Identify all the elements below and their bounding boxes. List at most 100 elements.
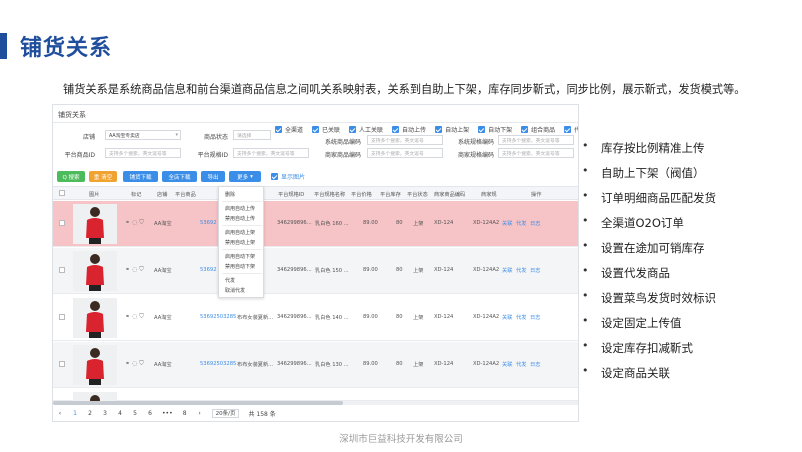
stock-cell: 80 <box>396 220 403 226</box>
cart-icon: ⛉ <box>139 219 144 226</box>
platform-spec-id-input[interactable]: 支持多个搜索，英文逗号等 <box>233 148 309 158</box>
next-page-button[interactable]: › <box>197 410 203 417</box>
menu-item-enable-auto-delist[interactable]: 启用自动下架 <box>225 253 255 260</box>
menu-item-dropship[interactable]: 代发 <box>225 277 235 284</box>
merchant-spec-code-input[interactable]: 支持多个搜索，英文逗号等 <box>498 148 574 158</box>
column-header: 图片 <box>89 192 100 198</box>
menu-item-enable-auto-upload[interactable]: 启用自动上传 <box>225 205 255 212</box>
goods-id-link[interactable]: 53692 <box>200 267 217 273</box>
menu-item-enable-auto-list[interactable]: 启用自动上架 <box>225 229 255 236</box>
row-checkbox[interactable] <box>59 267 65 273</box>
shop-select[interactable]: AA淘宝专卖店 ▾ <box>105 130 181 140</box>
link-action[interactable]: 关联 <box>502 314 512 321</box>
checkbox-linked[interactable]: 已关联 <box>312 125 340 134</box>
system-goods-code-input[interactable]: 支持多个搜索，英文逗号 <box>367 135 443 145</box>
row-checkbox[interactable] <box>59 314 65 320</box>
checkbox-checked-icon <box>392 126 400 133</box>
log-action[interactable]: 日志 <box>530 361 540 368</box>
menu-item-delete[interactable]: 删除 <box>225 191 235 198</box>
goods-id-link[interactable]: 53692503285 <box>200 361 236 367</box>
page-4[interactable]: 4 <box>117 410 123 417</box>
merchant-code-cell: XD-124 <box>434 267 454 273</box>
column-header: 平台商品 <box>175 192 196 198</box>
system-goods-code-placeholder: 支持多个搜索，英文逗号 <box>371 139 424 144</box>
page-3[interactable]: 3 <box>102 410 108 417</box>
page-5[interactable]: 5 <box>132 410 138 417</box>
search-button[interactable]: Q 搜索 <box>57 171 85 182</box>
checkbox-auto-delist[interactable]: 自动下架 <box>478 125 512 134</box>
status-cell: 上架 <box>413 315 424 321</box>
scrollbar-thumb[interactable] <box>53 401 343 405</box>
stock-cell: 80 <box>396 361 403 367</box>
link-icon: ⚭ <box>125 266 131 273</box>
goods-status-select[interactable]: 请选择 <box>233 130 271 140</box>
column-header: 平台价格 <box>351 192 372 198</box>
log-action[interactable]: 日志 <box>530 267 540 274</box>
row-flag-icons: ⚭ ◌ ⛉ <box>125 360 144 368</box>
table-row[interactable]: ⚭ ◌ ⛉ AA淘宝 53692 346299896... 乳白色 150 ... … <box>53 248 578 294</box>
dropship-action[interactable]: 代发 <box>516 220 526 227</box>
shop-label: 店铺 <box>82 134 95 141</box>
log-action[interactable]: 日志 <box>530 220 540 227</box>
link-action[interactable]: 关联 <box>502 267 512 274</box>
checkbox-all-channels[interactable]: 全渠道 <box>275 125 303 134</box>
link-icon: ⚭ <box>125 313 131 320</box>
row-checkbox[interactable] <box>59 361 65 367</box>
page-2[interactable]: 2 <box>87 410 93 417</box>
more-actions-menu: 删除 启用自动上传 禁用自动上传 启用自动上架 禁用自动上架 启用自动下架 禁用… <box>218 186 264 298</box>
checkbox-auto-upload[interactable]: 自动上传 <box>392 125 426 134</box>
prev-page-button[interactable]: ‹ <box>57 410 63 417</box>
item-download-button[interactable]: 铺货下载 <box>123 171 158 182</box>
checkbox-auto-list[interactable]: 自动上架 <box>435 125 469 134</box>
eye-icon: ◌ <box>132 266 138 273</box>
link-action[interactable]: 关联 <box>502 220 512 227</box>
export-button[interactable]: 导出 <box>201 171 225 182</box>
dropship-action[interactable]: 代发 <box>516 314 526 321</box>
goods-id-link[interactable]: 53692 <box>200 220 217 226</box>
link-action[interactable]: 关联 <box>502 361 512 368</box>
table-row[interactable]: ⚭ ◌ ⛉ AA淘宝 53692503285 布布女装夏新... 346299896… <box>53 342 578 388</box>
table-row[interactable]: ⚭ ◌ ⛉ AA淘宝 53692503285 布布女装夏新... 346299896… <box>53 295 578 341</box>
goods-id-link[interactable]: 53692503285 <box>200 314 236 320</box>
dropship-action[interactable]: 代发 <box>516 267 526 274</box>
spec-name-cell: 乳白色 140 ... <box>315 315 349 321</box>
product-thumbnail <box>73 345 117 385</box>
checkbox-combo-goods[interactable]: 组合商品 <box>521 125 555 134</box>
row-checkbox[interactable] <box>59 220 65 226</box>
log-action[interactable]: 日志 <box>530 314 540 321</box>
select-all-checkbox[interactable] <box>59 190 65 196</box>
chevron-down-icon: ▾ <box>250 173 253 180</box>
page-6[interactable]: 6 <box>147 410 153 417</box>
menu-item-disable-auto-delist[interactable]: 禁用自动下架 <box>225 263 255 270</box>
checkbox-label: 人工关联 <box>359 127 384 134</box>
menu-item-cancel-dropship[interactable]: 取消代发 <box>225 287 245 294</box>
dropship-action[interactable]: 代发 <box>516 361 526 368</box>
row-flag-icons: ⚭ ◌ ⛉ <box>125 313 144 321</box>
show-images-label: 显示图片 <box>281 174 306 181</box>
column-header: 店铺 <box>157 192 168 198</box>
distribution-relation-screenshot: 铺货关系 店铺 AA淘宝专卖店 ▾ 商品状态 请选择 全渠道 已关联 人工关联 … <box>52 104 579 422</box>
spec-id-cell: 346299896... <box>277 361 312 367</box>
menu-item-disable-auto-list[interactable]: 禁用自动上架 <box>225 239 255 246</box>
goods-name-cell: 布布女装夏新... <box>237 315 274 321</box>
shop-download-button[interactable]: 全店下载 <box>162 171 197 182</box>
show-images-toggle[interactable]: 显示图片 <box>271 172 305 181</box>
page-1[interactable]: 1 <box>72 410 78 417</box>
merchant-goods-code-input[interactable]: 支持多个搜索，英文逗号 <box>367 148 443 158</box>
menu-divider <box>222 273 262 274</box>
page-size-select[interactable]: 20条/页 <box>211 409 240 418</box>
system-spec-code-input[interactable]: 支持多个搜索，英文逗号等 <box>498 135 574 145</box>
table-row[interactable] <box>53 389 578 404</box>
horizontal-scrollbar[interactable] <box>53 401 578 405</box>
more-button[interactable]: 更多 ▾ <box>229 171 261 182</box>
checkbox-dropship[interactable]: 代发 <box>564 125 578 134</box>
page-ellipsis[interactable]: ••• <box>162 410 173 417</box>
platform-goods-id-input[interactable]: 支持多个搜索，英文逗号等 <box>105 148 181 158</box>
checkbox-manual-link[interactable]: 人工关联 <box>349 125 383 134</box>
table-row[interactable]: ⚭ ◌ ⛉ AA淘宝 53692 346299896... 乳白色 160 ... … <box>53 201 578 247</box>
page-8[interactable]: 8 <box>182 410 188 417</box>
status-cell: 上架 <box>413 362 424 368</box>
spec-id-cell: 346299896... <box>277 267 312 273</box>
menu-item-disable-auto-upload[interactable]: 禁用自动上传 <box>225 215 255 222</box>
reset-button[interactable]: 重 清空 <box>89 171 117 182</box>
